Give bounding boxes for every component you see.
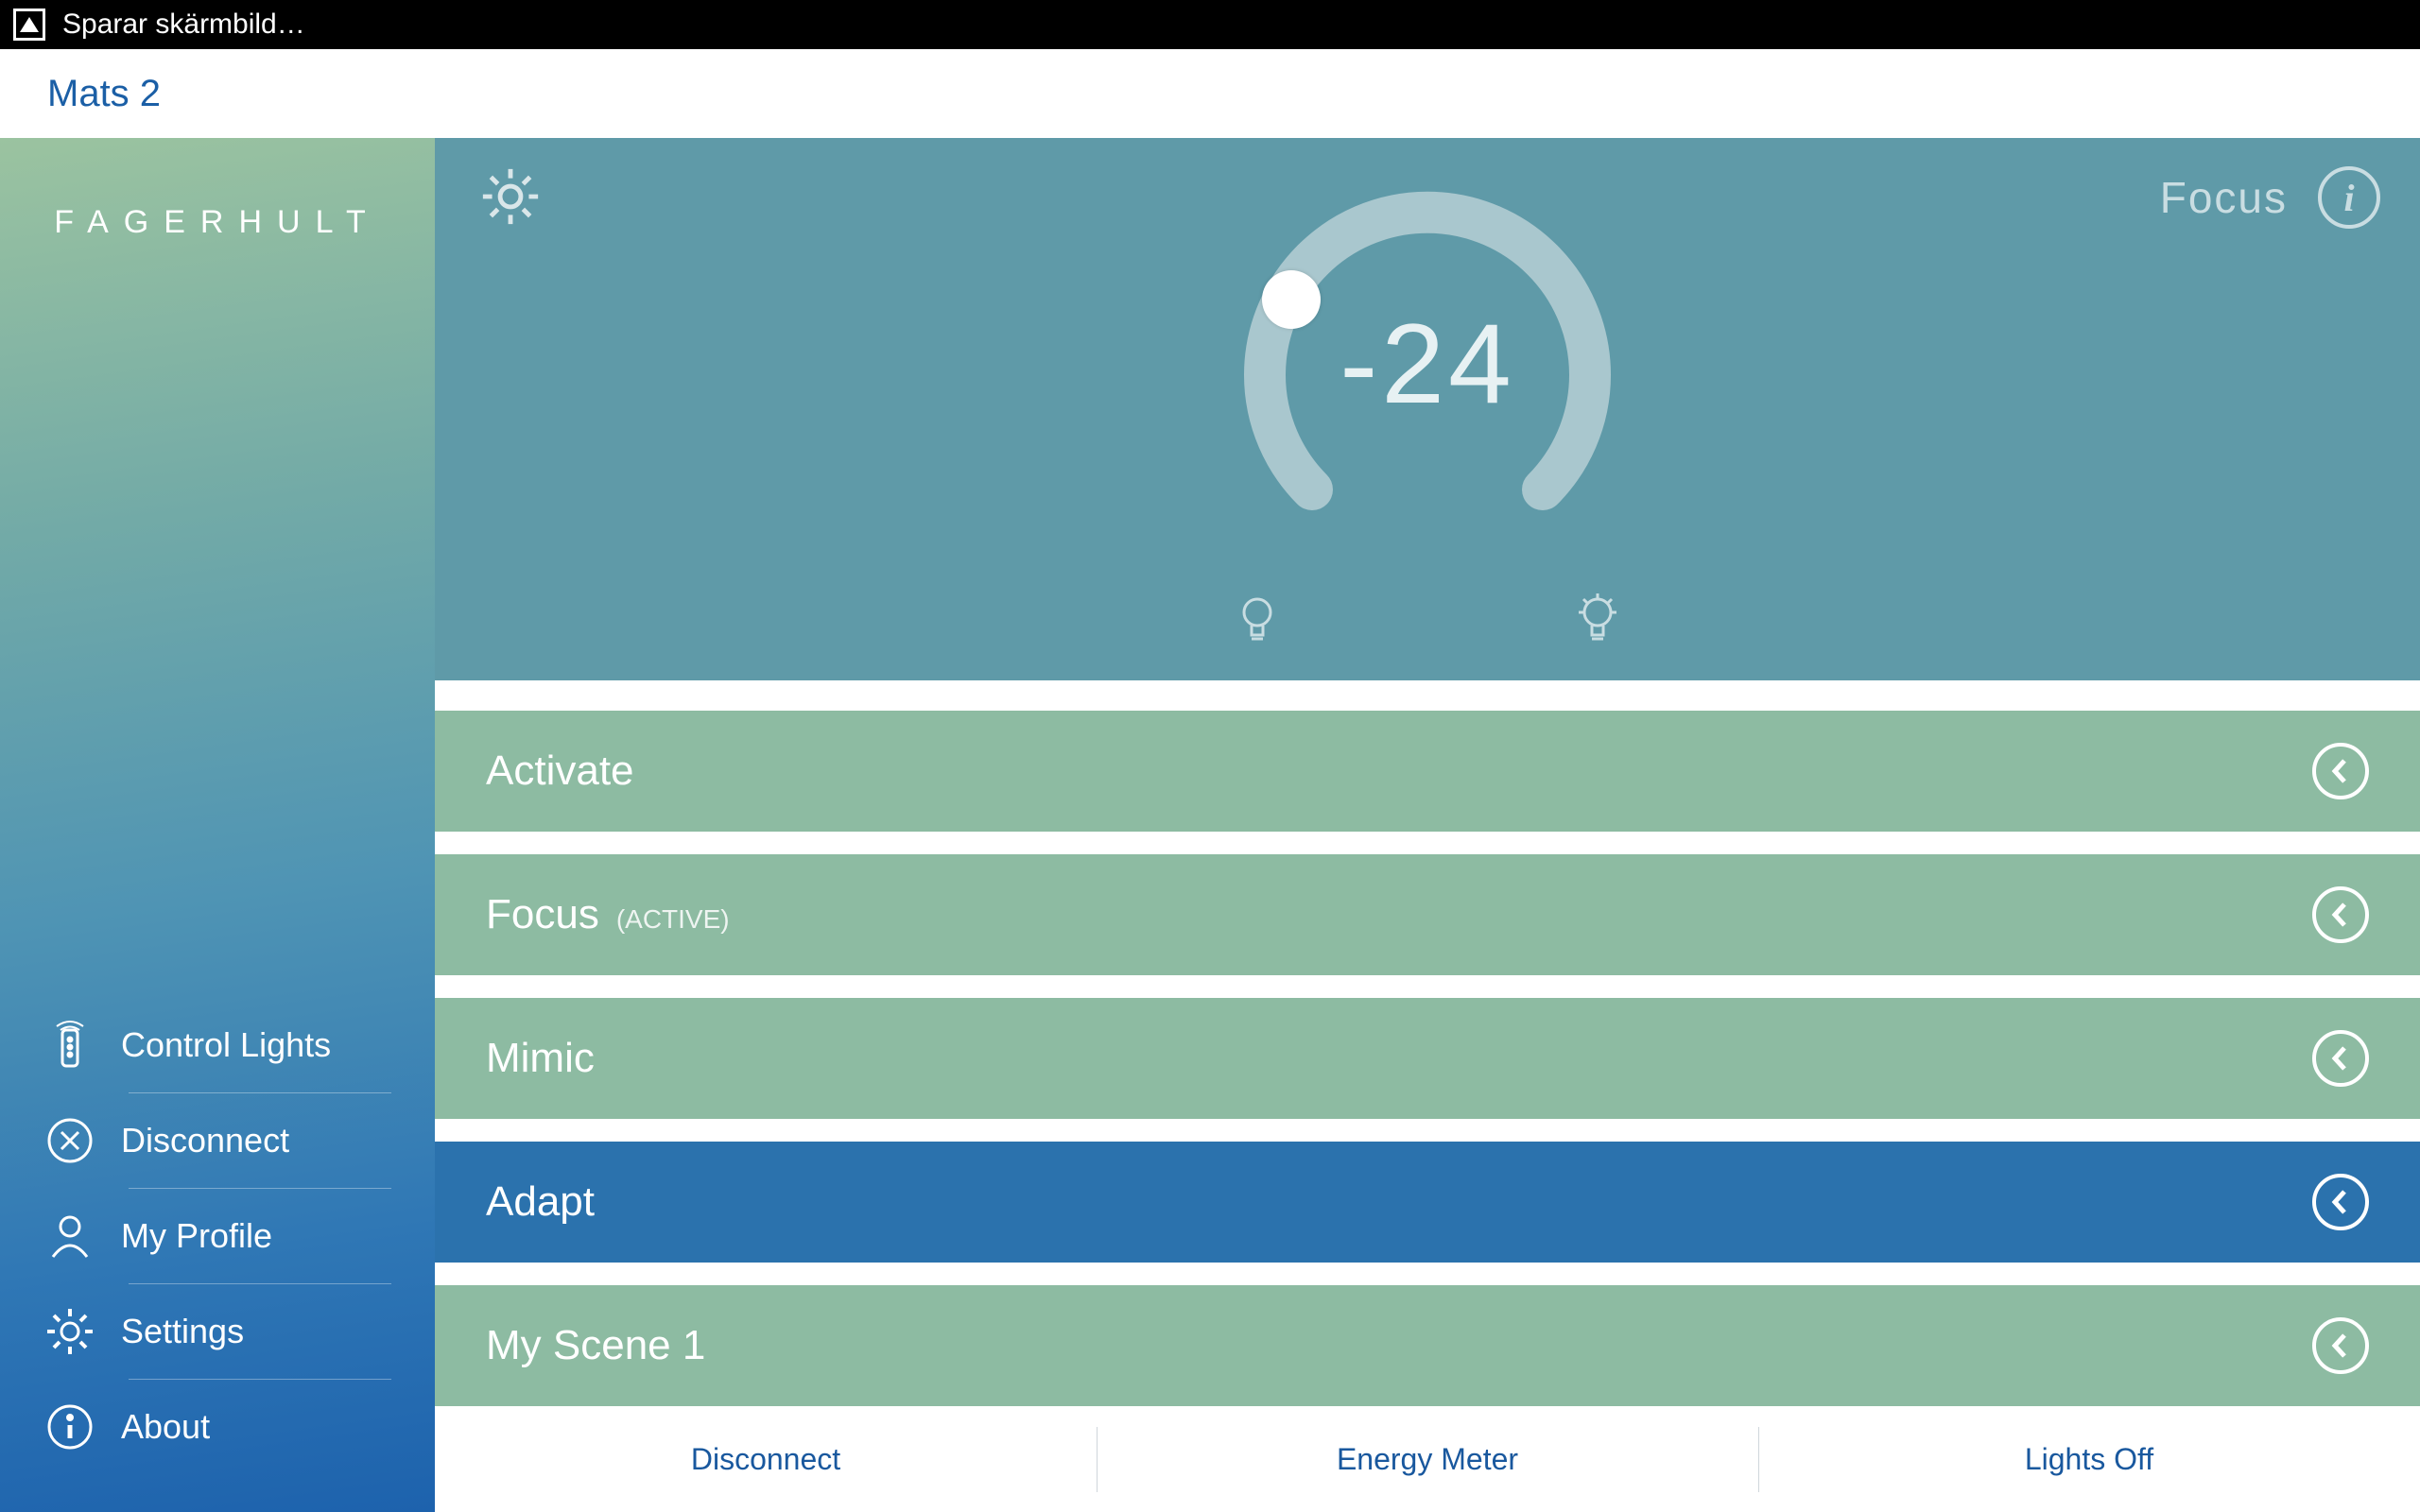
bottom-action-bar: Disconnect Energy Meter Lights Off <box>435 1406 2420 1512</box>
profile-icon <box>43 1210 96 1263</box>
scene-label: My Scene 1 <box>486 1322 705 1369</box>
active-scene-label: Focus <box>2160 172 2288 223</box>
sidebar-item-my-profile[interactable]: My Profile <box>0 1189 435 1283</box>
sidebar-item-label: Control Lights <box>121 1025 331 1065</box>
dial-panel: Focus i -24 <box>435 138 2420 680</box>
remote-icon <box>43 1019 96 1072</box>
action-energy-meter[interactable]: Energy Meter <box>1097 1410 1758 1509</box>
scene-label: Focus <box>486 891 599 938</box>
chevron-left-icon[interactable] <box>2312 1030 2369 1087</box>
status-text: Sparar skärmbild… <box>62 9 305 41</box>
gear-icon <box>43 1305 96 1358</box>
scene-row-activate[interactable]: Activate <box>435 711 2420 832</box>
chevron-left-icon[interactable] <box>2312 1174 2369 1230</box>
sidebar-item-settings[interactable]: Settings <box>0 1284 435 1379</box>
scene-row-my-scene-1[interactable]: My Scene 1 <box>435 1285 2420 1406</box>
scene-row-mimic[interactable]: Mimic <box>435 998 2420 1119</box>
scene-settings-button[interactable] <box>478 164 543 233</box>
chevron-left-icon[interactable] <box>2312 886 2369 943</box>
close-circle-icon <box>43 1114 96 1167</box>
sidebar: FAGERHULT Control Lights Disconnect <box>0 138 435 1512</box>
scene-row-adapt[interactable]: Adapt <box>435 1142 2420 1263</box>
scene-active-tag: (ACTIVE) <box>616 904 730 935</box>
sidebar-item-about[interactable]: About <box>0 1380 435 1474</box>
chevron-left-icon[interactable] <box>2312 743 2369 799</box>
device-name-label[interactable]: Mats 2 <box>47 73 161 115</box>
scene-label: Mimic <box>486 1035 595 1082</box>
sidebar-item-disconnect[interactable]: Disconnect <box>0 1093 435 1188</box>
bulb-bright-icon <box>1574 592 1621 653</box>
bulb-dim-icon <box>1234 592 1281 653</box>
scene-label: Activate <box>486 747 634 795</box>
android-status-bar: Sparar skärmbild… <box>0 0 2420 49</box>
scene-label: Adapt <box>486 1178 595 1226</box>
info-icon <box>43 1400 96 1453</box>
scene-row-focus[interactable]: Focus (ACTIVE) <box>435 854 2420 975</box>
sidebar-item-label: My Profile <box>121 1216 272 1256</box>
action-label: Disconnect <box>691 1442 840 1476</box>
device-header: Mats 2 <box>0 49 2420 138</box>
sidebar-item-control-lights[interactable]: Control Lights <box>0 998 435 1092</box>
chevron-left-icon[interactable] <box>2312 1317 2369 1374</box>
screenshot-icon <box>13 9 45 41</box>
dial-knob[interactable] <box>1262 270 1321 329</box>
action-lights-off[interactable]: Lights Off <box>1758 1410 2420 1509</box>
info-button[interactable]: i <box>2318 166 2380 229</box>
dial-value: -24 <box>1340 299 1514 429</box>
main-panel: Focus i -24 Activate Focus (ACTIVE) Mimic Ad… <box>435 138 2420 1512</box>
brand-logo: FAGERHULT <box>0 138 435 241</box>
sidebar-item-label: About <box>121 1407 210 1447</box>
sidebar-item-label: Settings <box>121 1312 244 1351</box>
action-label: Energy Meter <box>1337 1442 1518 1476</box>
sidebar-item-label: Disconnect <box>121 1121 289 1160</box>
action-label: Lights Off <box>2025 1442 2153 1476</box>
sidebar-nav: Control Lights Disconnect My Profile <box>0 998 435 1512</box>
action-disconnect[interactable]: Disconnect <box>435 1410 1097 1509</box>
